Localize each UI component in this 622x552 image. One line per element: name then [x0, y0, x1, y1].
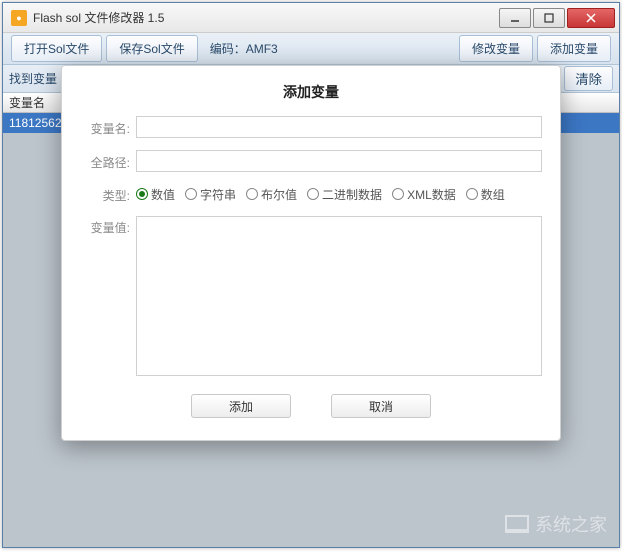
toolbar: 打开Sol文件 保存Sol文件 编码：AMF3 修改变量 添加变量: [3, 33, 619, 65]
radio-icon: [136, 188, 148, 200]
varname-row: 变量名:: [80, 116, 542, 138]
radio-icon: [307, 188, 319, 200]
radio-label: 数组: [481, 186, 505, 203]
cancel-button[interactable]: 取消: [331, 394, 431, 418]
col-varname: 变量名: [9, 94, 45, 111]
modal-buttons: 添加 取消: [80, 394, 542, 418]
app-icon: ●: [11, 10, 27, 26]
type-label: 类型:: [80, 184, 136, 204]
save-file-button[interactable]: 保存Sol文件: [106, 35, 197, 62]
window-controls: [499, 8, 615, 28]
encoding-label: 编码：AMF3: [202, 36, 286, 61]
cell-varname: 11812562: [9, 116, 62, 130]
radio-label: 二进制数据: [322, 186, 382, 203]
varname-label: 变量名:: [80, 117, 136, 137]
radio-icon: [246, 188, 258, 200]
radio-label: 数值: [151, 186, 175, 203]
radio-string[interactable]: 字符串: [185, 186, 236, 203]
radio-xml[interactable]: XML数据: [392, 186, 456, 203]
add-button[interactable]: 添加: [191, 394, 291, 418]
window-title: Flash sol 文件修改器 1.5: [33, 9, 499, 26]
radio-icon: [185, 188, 197, 200]
varvalue-label: 变量值:: [80, 216, 136, 236]
radio-label: 字符串: [200, 186, 236, 203]
maximize-button[interactable]: [533, 8, 565, 28]
minimize-button[interactable]: [499, 8, 531, 28]
fullpath-row: 全路径:: [80, 150, 542, 172]
radio-icon: [466, 188, 478, 200]
open-file-button[interactable]: 打开Sol文件: [11, 35, 102, 62]
type-row: 类型: 数值 字符串 布尔值 二进制数据: [80, 184, 542, 204]
close-button[interactable]: [567, 8, 615, 28]
radio-number[interactable]: 数值: [136, 186, 175, 203]
radio-label: XML数据: [407, 186, 456, 203]
fullpath-label: 全路径:: [80, 151, 136, 171]
radio-array[interactable]: 数组: [466, 186, 505, 203]
radio-icon: [392, 188, 404, 200]
radio-boolean[interactable]: 布尔值: [246, 186, 297, 203]
radio-label: 布尔值: [261, 186, 297, 203]
modify-var-button[interactable]: 修改变量: [459, 35, 533, 62]
titlebar: ● Flash sol 文件修改器 1.5: [3, 3, 619, 33]
varvalue-input[interactable]: [136, 216, 542, 376]
add-var-button[interactable]: 添加变量: [537, 35, 611, 62]
searchbar-label: 找到变量: [9, 70, 57, 87]
type-radio-group: 数值 字符串 布尔值 二进制数据 XML数据: [136, 186, 542, 203]
add-variable-dialog: 添加变量 变量名: 全路径: 类型: 数值 字符串: [61, 65, 561, 441]
varname-input[interactable]: [136, 116, 542, 138]
clear-button[interactable]: 清除: [564, 66, 613, 91]
fullpath-input[interactable]: [136, 150, 542, 172]
varvalue-row: 变量值:: [80, 216, 542, 376]
radio-binary[interactable]: 二进制数据: [307, 186, 382, 203]
modal-title: 添加变量: [80, 78, 542, 116]
